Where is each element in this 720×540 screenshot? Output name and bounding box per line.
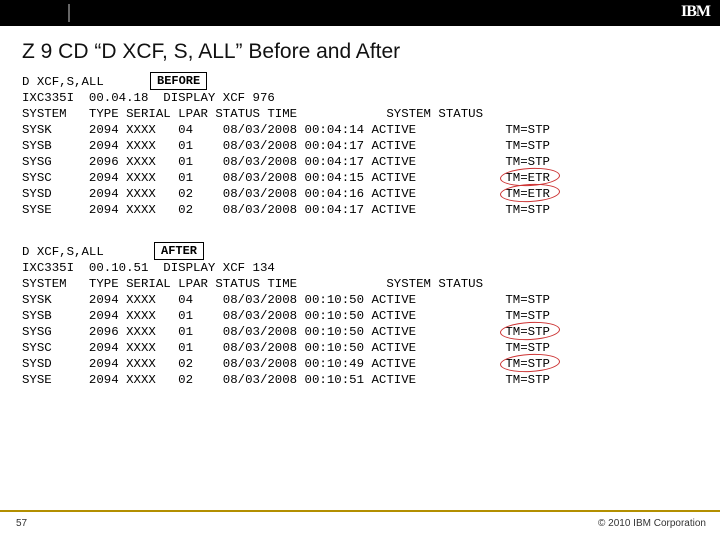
table-row: SYSD 2094 XXXX 02 08/03/2008 00:10:49 AC… [22,356,706,372]
tm-suffix: TM=STP [505,340,550,356]
msg-line: IXC335I 00.10.51 DISPLAY XCF 134 [22,260,275,276]
tm-suffix: TM=ETR [505,186,550,202]
table-row: SYSB 2094 XXXX 01 08/03/2008 00:10:50 AC… [22,308,706,324]
table-row: SYSG 2096 XXXX 01 08/03/2008 00:04:17 AC… [22,154,706,170]
table-row: SYSK 2094 XXXX 04 08/03/2008 00:04:14 AC… [22,122,706,138]
highlight-circle-icon [500,352,561,373]
table-row: SYSD 2094 XXXX 02 08/03/2008 00:04:16 AC… [22,186,706,202]
highlight-circle-icon [500,182,561,203]
tm-suffix: TM=STP [505,324,550,340]
copyright: © 2010 IBM Corporation [598,518,706,529]
tm-suffix: TM=STP [505,122,550,138]
footer: 57 © 2010 IBM Corporation [0,510,720,540]
tm-suffix: TM=ETR [505,170,550,186]
after-terminal: D XCF,S,ALL IXC335I 00.10.51 DISPLAY XCF… [22,244,706,388]
after-label: AFTER [154,242,204,260]
top-bar-separator [68,4,70,22]
cmd-line: D XCF,S,ALL [22,74,104,90]
highlight-circle-icon [500,320,561,341]
page-number: 57 [16,518,27,529]
before-label: BEFORE [150,72,207,90]
cmd-line: D XCF,S,ALL [22,244,104,260]
tm-suffix: TM=STP [505,356,550,372]
tm-suffix: TM=STP [505,292,550,308]
col-headers: SYSTEM TYPE SERIAL LPAR STATUS TIME SYST… [22,276,483,292]
table-row: SYSB 2094 XXXX 01 08/03/2008 00:04:17 AC… [22,138,706,154]
highlight-circle-icon [500,166,561,187]
table-row: SYSE 2094 XXXX 02 08/03/2008 00:04:17 AC… [22,202,706,218]
top-bar: IBM [0,0,720,26]
table-row: SYSC 2094 XXXX 01 08/03/2008 00:10:50 AC… [22,340,706,356]
tm-suffix: TM=STP [505,308,550,324]
tm-suffix: TM=STP [505,154,550,170]
table-row: SYSC 2094 XXXX 01 08/03/2008 00:04:15 AC… [22,170,706,186]
tm-suffix: TM=STP [505,202,550,218]
table-row: SYSK 2094 XXXX 04 08/03/2008 00:10:50 AC… [22,292,706,308]
table-row: SYSG 2096 XXXX 01 08/03/2008 00:10:50 AC… [22,324,706,340]
tm-suffix: TM=STP [505,138,550,154]
col-headers: SYSTEM TYPE SERIAL LPAR STATUS TIME SYST… [22,106,483,122]
before-terminal: D XCF,S,ALL IXC335I 00.04.18 DISPLAY XCF… [22,74,706,218]
after-panel: AFTER D XCF,S,ALL IXC335I 00.10.51 DISPL… [22,244,706,388]
ibm-logo: IBM [681,3,710,21]
before-panel: BEFORE D XCF,S,ALL IXC335I 00.04.18 DISP… [22,74,706,218]
msg-line: IXC335I 00.04.18 DISPLAY XCF 976 [22,90,275,106]
slide-title: Z 9 CD “D XCF, S, ALL” Before and After [22,40,720,64]
table-row: SYSE 2094 XXXX 02 08/03/2008 00:10:51 AC… [22,372,706,388]
tm-suffix: TM=STP [505,372,550,388]
